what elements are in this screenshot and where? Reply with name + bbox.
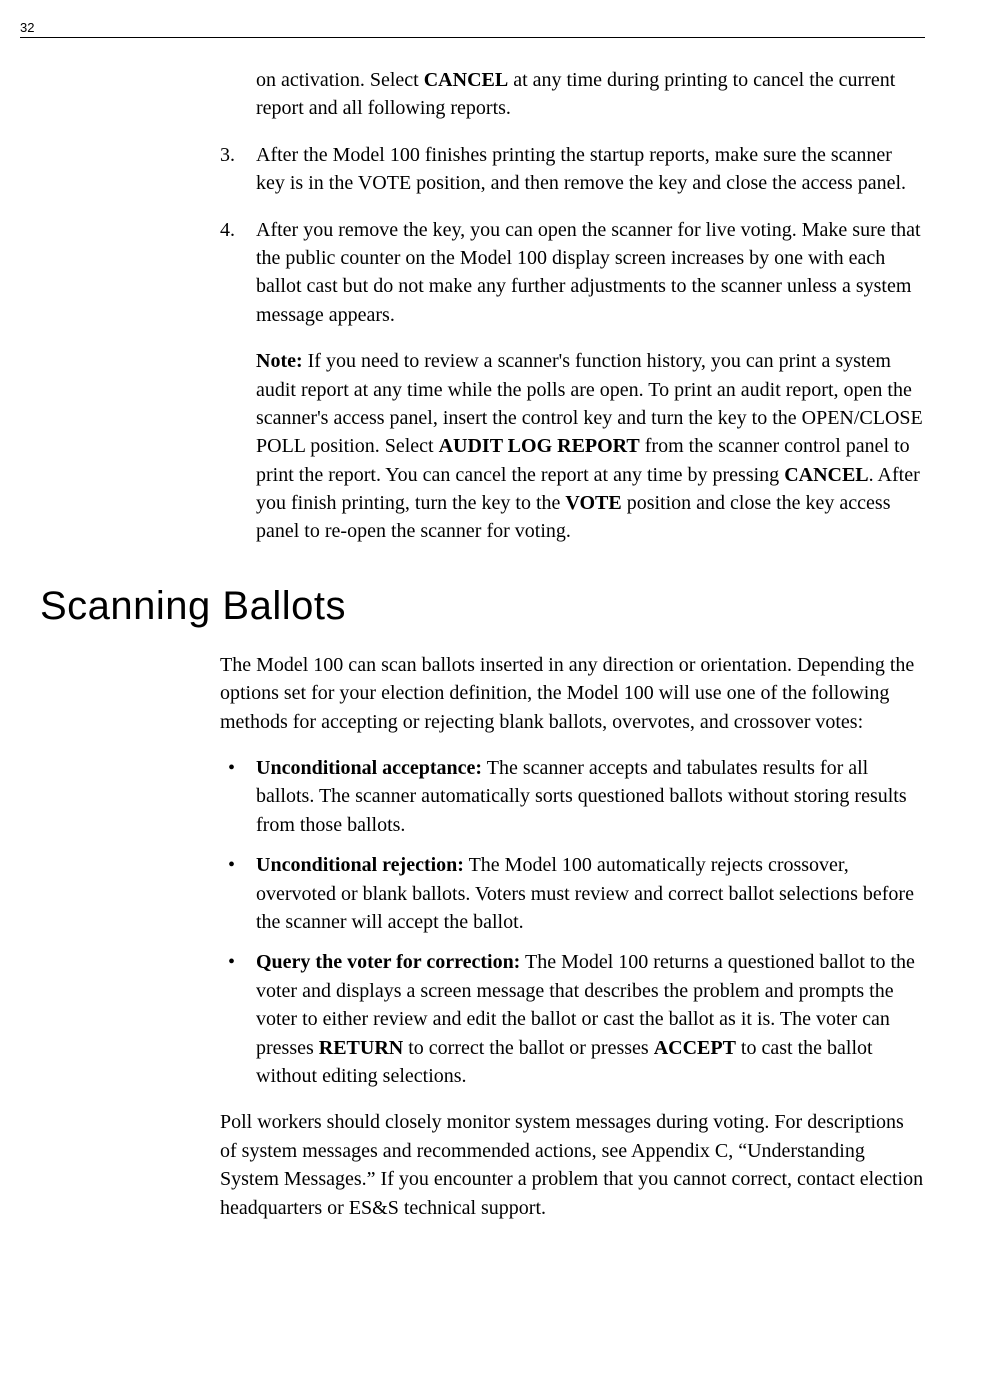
text: on activation. Select (256, 69, 424, 91)
page: 32 on activation. Select CANCEL at any t… (0, 0, 981, 1300)
bullet-unconditional-acceptance: Unconditional acceptance: The scanner ac… (220, 754, 925, 839)
step-number: 4. (220, 216, 235, 244)
intro-paragraph: The Model 100 can scan ballots inserted … (220, 651, 925, 736)
bullet-unconditional-rejection: Unconditional rejection: The Model 100 a… (220, 851, 925, 936)
step-text: After the Model 100 finishes printing th… (256, 144, 906, 194)
note-paragraph: Note: If you need to review a scanner's … (220, 347, 925, 546)
bullet-label: Unconditional rejection: (256, 854, 464, 876)
step-number: 3. (220, 141, 235, 169)
page-number: 32 (20, 20, 925, 38)
step-4: 4. After you remove the key, you can ope… (220, 216, 925, 330)
content-column: on activation. Select CANCEL at any time… (220, 66, 925, 1222)
step-text: After you remove the key, you can open t… (256, 219, 921, 326)
section-heading-scanning-ballots: Scanning Ballots (40, 584, 925, 629)
vote-keyword: VOTE (565, 492, 621, 514)
return-keyword: RETURN (319, 1037, 403, 1059)
closing-paragraph: Poll workers should closely monitor syst… (220, 1108, 925, 1222)
cancel-keyword: CANCEL (424, 69, 508, 91)
bullet-label: Unconditional acceptance: (256, 757, 482, 779)
cancel-keyword: CANCEL (784, 464, 868, 486)
bullet-list: Unconditional acceptance: The scanner ac… (220, 754, 925, 1090)
note-label: Note: (256, 350, 303, 372)
bullet-query-voter: Query the voter for correction: The Mode… (220, 948, 925, 1090)
accept-keyword: ACCEPT (654, 1037, 736, 1059)
step-3: 3. After the Model 100 finishes printing… (220, 141, 925, 198)
continuation-paragraph: on activation. Select CANCEL at any time… (220, 66, 925, 123)
bullet-label: Query the voter for correction: (256, 951, 520, 973)
numbered-steps: 3. After the Model 100 finishes printing… (220, 141, 925, 329)
text: to correct the ballot or presses (403, 1037, 653, 1059)
audit-log-keyword: AUDIT LOG REPORT (439, 435, 640, 457)
